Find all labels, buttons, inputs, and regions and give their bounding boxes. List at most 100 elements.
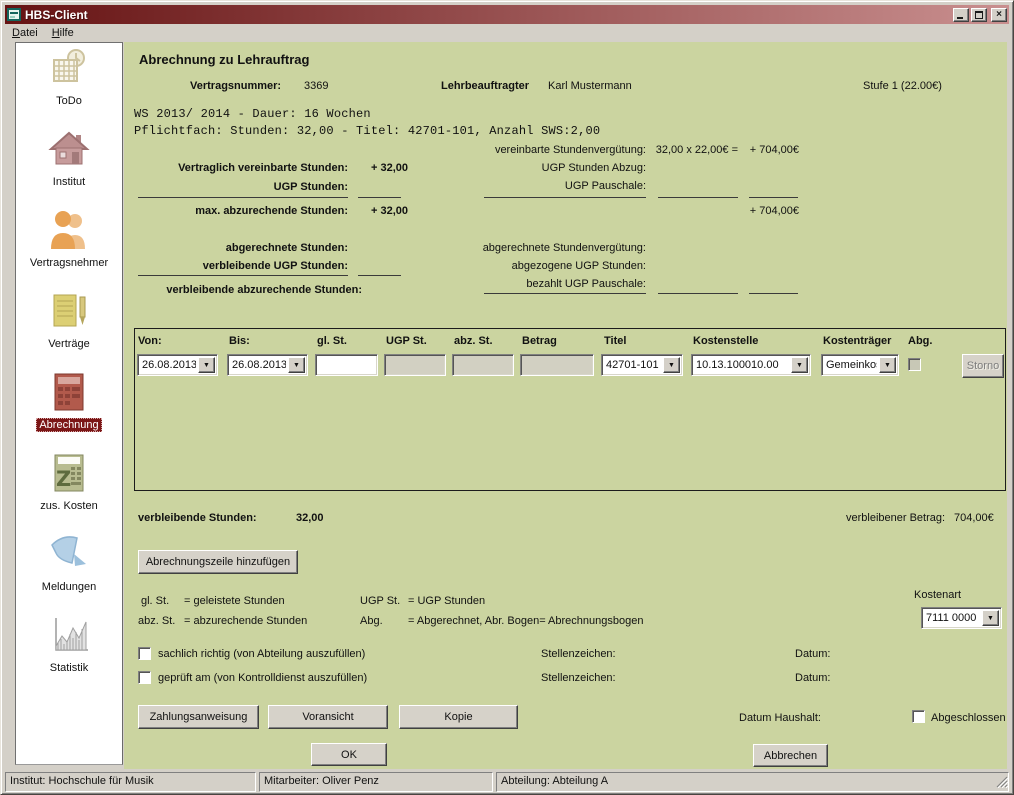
billing-table: Von: Bis: gl. St. UGP St. abz. St. Betra… [134,328,1006,491]
chart-icon [47,614,91,659]
calc-row: bezahlt UGP Pauschale: [470,278,799,290]
kostenart-combo[interactable]: 7111 0000 ▼ [921,607,1002,629]
abbrechen-button[interactable]: Abbrechen [753,744,828,767]
calc-row: abgerechnete Stundenvergütung: [470,242,799,254]
kostentraeger-value: Gemeinkosten [826,359,877,371]
calc-value [360,242,408,254]
sidebar-item-label: Verträge [48,338,90,350]
status-panel-mitarbeiter: Mitarbeiter: Oliver Penz [259,772,493,792]
geprueft-am-checkbox[interactable] [138,671,151,684]
column-header-kostentraeger: Kostenträger [823,335,892,347]
kostenstelle-value: 10.13.100010.00 [696,359,779,371]
calc-label: verbleibende UGP Stunden: [202,260,348,272]
maximize-button[interactable] [971,7,987,22]
geleistete-stunden-input[interactable] [315,354,378,376]
sidebar-item-zus-kosten[interactable]: Z zus. Kosten [16,452,122,513]
abgeschlossen-checkbox[interactable] [912,710,925,723]
column-header-betrag: Betrag [522,335,557,347]
legend-def: = UGP Stunden [408,595,486,607]
statusbar: Institut: Hochschule für Musik Mitarbeit… [5,770,1009,792]
calc-row: vereinbarte Stundenvergütung: 32,00 x 22,… [470,144,799,156]
menu-item-hilfe[interactable]: Hilfe [45,25,81,41]
sidebar-item-meldungen[interactable]: Meldungen [16,533,122,594]
calc-value [374,284,408,296]
column-header-abz-st: abz. St. [454,335,493,347]
legend-abbr: Abg. [360,615,383,627]
add-billing-row-button[interactable]: Abrechnungszeile hinzufügen [138,550,298,574]
column-header-titel: Titel [604,335,627,347]
sidebar: ToDo Institut Vertragsnehmer Verträge Ab… [15,42,123,765]
kopie-button[interactable]: Kopie [399,705,518,729]
sidebar-item-label: Institut [52,176,86,188]
abzurechende-stunden-field [452,354,514,376]
sum-line [138,197,348,198]
menu-item-datei[interactable]: Datei [5,25,45,41]
vertragsnummer-value: 3369 [304,80,329,92]
kostentraeger-combo[interactable]: Gemeinkosten ▼ [821,354,899,376]
chevron-down-icon[interactable]: ▼ [982,610,999,626]
people-icon [47,209,91,254]
page-title: Abrechnung zu Lehrauftrag [139,52,310,67]
close-button[interactable]: × [991,7,1007,22]
datum-label: Datum: [795,648,831,660]
von-date-combo[interactable]: 26.08.2013 ▼ [137,354,218,376]
app-window: HBS-Client × Datei Hilfe ToDo Institut V… [0,0,1014,795]
megaphone-icon [47,533,91,578]
sum-line [138,275,348,276]
calc-label: bezahlt UGP Pauschale: [526,278,646,290]
resize-grip[interactable] [995,775,1009,791]
sum-line [658,197,738,198]
calc-value: + 32,00 [370,162,408,174]
sum-line [484,293,646,294]
kostenart-value: 7111 0000 [926,612,977,624]
chevron-down-icon[interactable]: ▼ [879,357,896,373]
window-title: HBS-Client [25,7,88,22]
chevron-down-icon[interactable]: ▼ [791,357,808,373]
zahlungsanweisung-button[interactable]: Zahlungsanweisung [138,705,259,729]
abgeschlossen-label: Abgeschlossen [931,712,1006,724]
calc-label: verbleibende abzurechende Stunden: [166,284,362,296]
status-panel-abteilung: Abteilung: Abteilung A [496,772,1009,792]
geleistete-stunden-input-field[interactable] [316,355,377,375]
sidebar-item-abrechnung[interactable]: Abrechnung [16,371,122,432]
calc-value: + 704,00€ [749,144,799,156]
bis-date-combo[interactable]: 26.08.2013 ▼ [227,354,308,376]
minimize-button[interactable] [953,7,969,22]
remaining-hours-label: verbleibende Stunden: [138,512,257,524]
calc-value [360,181,408,193]
legend-def: = Abgerechnet, Abr. Bogen= Abrechnungsbo… [408,615,644,627]
voransicht-button[interactable]: Voransicht [268,705,388,729]
kostenstelle-combo[interactable]: 10.13.100010.00 ▼ [691,354,811,376]
vertragsnummer-label: Vertragsnummer: [190,80,282,92]
status-panel-institut: Institut: Hochschule für Musik [5,772,256,792]
svg-text:Z: Z [56,467,71,491]
abgerechnet-checkbox[interactable] [908,358,921,371]
sidebar-item-vertraege[interactable]: Verträge [16,290,122,351]
chevron-down-icon[interactable]: ▼ [288,357,305,373]
ok-button[interactable]: OK [311,743,387,766]
calc-value: + 32,00 [370,205,408,217]
calc-row: UGP Pauschale: [470,180,799,192]
sidebar-item-vertragsnehmer[interactable]: Vertragsnehmer [16,209,122,270]
sachlich-richtig-checkbox[interactable] [138,647,151,660]
calc-formula: 32,00 x 22,00€ = [655,144,738,156]
sidebar-item-statistik[interactable]: Statistik [16,614,122,675]
chevron-down-icon[interactable]: ▼ [198,357,215,373]
titlebar[interactable]: HBS-Client × [5,5,1009,24]
datum-haushalt-label: Datum Haushalt: [739,712,821,724]
calc-row: abgezogene UGP Stunden: [470,260,799,272]
storno-button[interactable]: Storno [962,354,1004,378]
remaining-hours-value: 32,00 [296,512,324,524]
chevron-down-icon[interactable]: ▼ [663,357,680,373]
von-date-value: 26.08.2013 [142,359,196,371]
main-panel: Abrechnung zu Lehrauftrag Vertragsnummer… [124,42,1007,769]
calc-label: UGP Stunden Abzug: [541,162,646,174]
legend-row: gl. St. = geleistete Stunden UGP St. = U… [138,595,485,607]
column-header-ugp-st: UGP St. [386,335,427,347]
sidebar-item-institut[interactable]: Institut [16,128,122,189]
titel-combo[interactable]: 42701-101 ▼ [601,354,683,376]
sidebar-item-todo[interactable]: ToDo [16,47,122,108]
calc-row: verbleibende abzurechende Stunden: [138,284,408,296]
close-icon: × [996,8,1002,20]
calc-row: Vertraglich vereinbarte Stunden: + 32,00 [138,162,408,174]
